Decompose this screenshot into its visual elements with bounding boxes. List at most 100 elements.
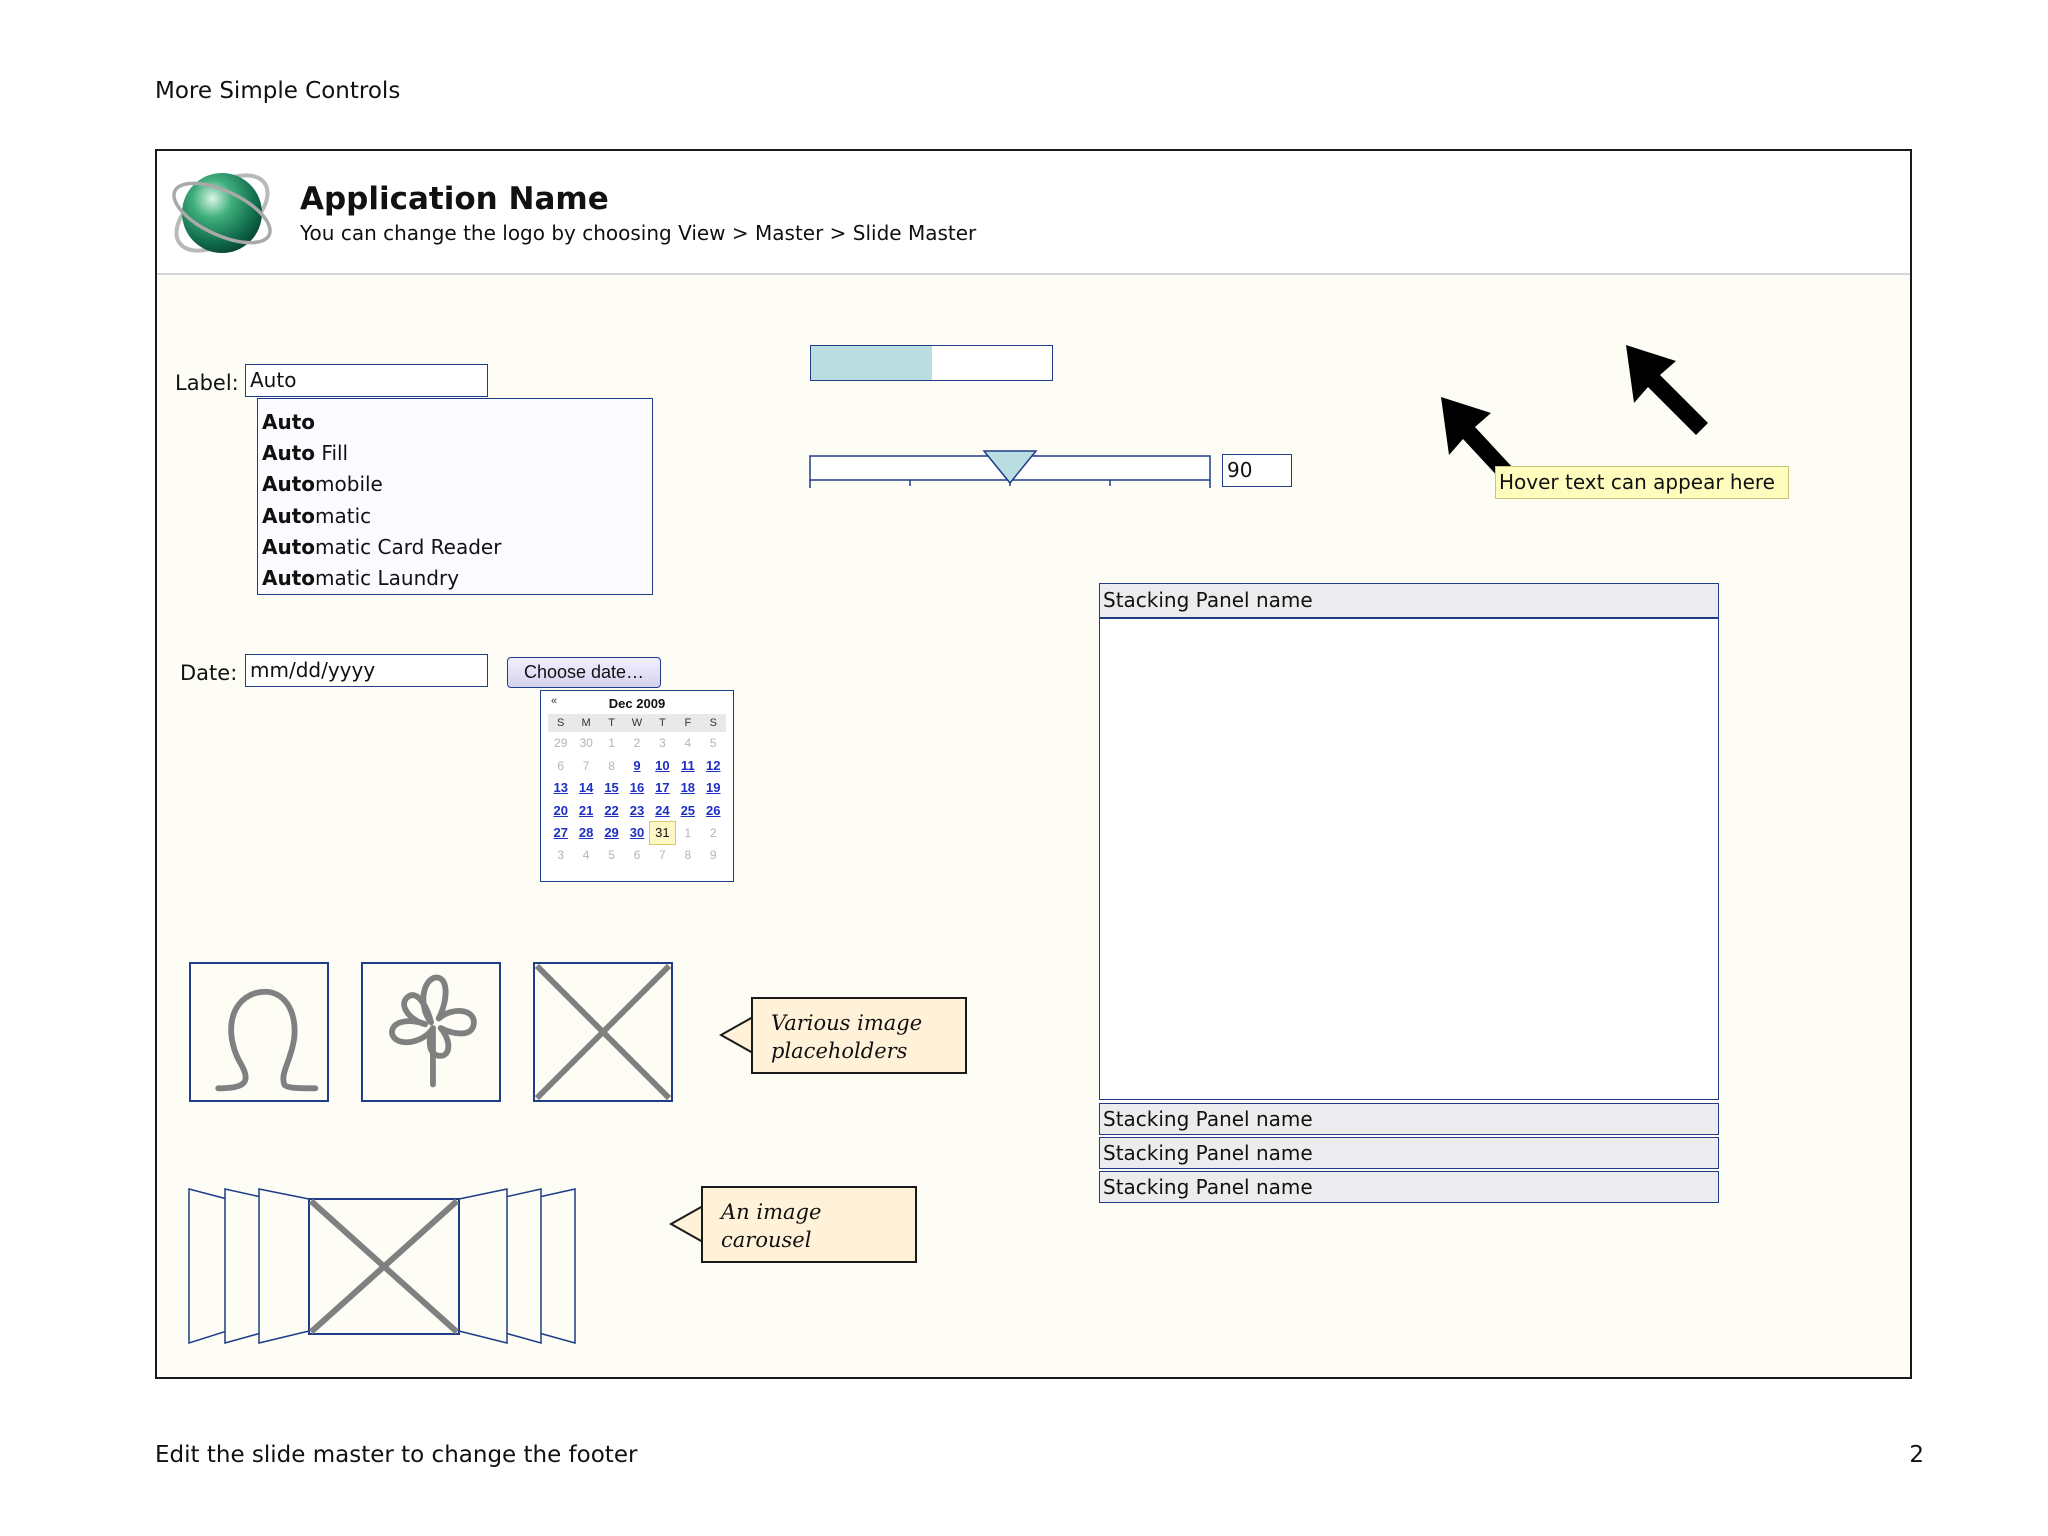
calendar-day-outside: 6: [633, 848, 641, 863]
calendar-day[interactable]: 27: [548, 822, 573, 844]
callout-line: carousel: [721, 1228, 812, 1252]
calendar-day[interactable]: 25: [675, 799, 700, 821]
calendar-day[interactable]: 20: [548, 799, 573, 821]
hover-tooltip: Hover text can appear here: [1495, 466, 1789, 499]
autocomplete-suggestion[interactable]: Auto: [262, 407, 648, 438]
omega-image-placeholder: [189, 962, 329, 1102]
calendar-day[interactable]: 13: [548, 777, 573, 799]
calendar-grid: SMTWTFS 29 30 1 2 3 4 5 6 7 8 9 10 11 12 13 14 15 16 17 18 1…: [548, 714, 726, 866]
weekday-header: S: [700, 714, 726, 732]
calendar-day[interactable]: 30: [624, 822, 649, 844]
calendar-day-outside: 5: [709, 736, 717, 751]
calendar-day[interactable]: 24: [650, 799, 675, 821]
date-label: Date:: [180, 661, 238, 685]
calendar-day[interactable]: 22: [599, 799, 624, 821]
weekday-header: W: [624, 714, 650, 732]
calendar-day[interactable]: 9: [624, 754, 649, 776]
calendar-day[interactable]: 12: [701, 754, 726, 776]
callout-line: Various image: [771, 1011, 923, 1035]
autocomplete-suggestion[interactable]: Automatic: [262, 501, 648, 532]
calendar-day-outside: 3: [557, 848, 565, 863]
suggestion-rest-text: mobile: [315, 472, 383, 497]
page-number: 2: [1909, 1442, 1924, 1468]
calendar-day[interactable]: 17: [650, 777, 675, 799]
stacking-panel-name: Stacking Panel name: [1099, 1171, 1719, 1203]
image-carousel[interactable]: [187, 1181, 582, 1349]
choose-date-button[interactable]: Choose date…: [507, 657, 661, 688]
calendar-day[interactable]: 16: [624, 777, 649, 799]
stacking-panel-header[interactable]: Stacking Panel name: [1099, 1103, 1719, 1135]
autocomplete-suggestion[interactable]: Auto Fill: [262, 438, 648, 469]
autocomplete-suggestion[interactable]: Automobile: [262, 469, 648, 500]
calendar-day[interactable]: 18: [675, 777, 700, 799]
empty-image-placeholder: [533, 962, 673, 1102]
calendar-day-outside: 4: [582, 848, 590, 863]
flower-image-placeholder: [361, 962, 501, 1102]
weekday-header: S: [548, 714, 574, 732]
carousel-callout: An image carousel: [701, 1186, 917, 1263]
calendar-day[interactable]: 10: [650, 754, 675, 776]
calendar-day[interactable]: 19: [701, 777, 726, 799]
app-subtitle: You can change the logo by choosing View…: [300, 221, 977, 245]
stacking-panel-name: Stacking Panel name: [1099, 1137, 1719, 1169]
app-title: Application Name: [300, 181, 609, 217]
callout-line: placeholders: [771, 1039, 908, 1063]
autocomplete-suggestion[interactable]: Automatic Laundry: [262, 563, 648, 594]
calendar-day-outside: 3: [659, 736, 666, 751]
progress-bar-fill: [811, 346, 932, 380]
calendar-day[interactable]: 11: [675, 754, 700, 776]
calendar-day[interactable]: 26: [701, 799, 726, 821]
suggestion-match-text: Auto: [262, 472, 316, 497]
stacking-panel-header[interactable]: Stacking Panel name: [1099, 1171, 1719, 1203]
image-placeholders-callout: Various image placeholders: [751, 997, 967, 1074]
page-heading: More Simple Controls: [155, 78, 401, 104]
suggestion-match-text: Auto: [262, 534, 316, 559]
calendar-day[interactable]: 31: [648, 820, 677, 845]
calendar-popup: « Dec 2009 SMTWTFS 29 30 1 2 3 4 5 6 7 8 9 10 11 12 13…: [540, 690, 734, 882]
callout-line: An image: [721, 1200, 822, 1224]
globe-logo-icon: [167, 157, 277, 269]
stacking-panel-name: Stacking Panel name: [1099, 1103, 1719, 1135]
calendar-day[interactable]: 23: [624, 799, 649, 821]
calendar-month-title: Dec 2009: [608, 696, 666, 711]
calendar-day-outside: 4: [684, 736, 692, 751]
slider-value-field[interactable]: 90: [1222, 454, 1292, 487]
progress-bar: [810, 345, 1053, 381]
calendar-day[interactable]: 21: [573, 799, 598, 821]
stacking-panel-name: Stacking Panel name: [1099, 583, 1719, 618]
stacking-panel-header[interactable]: Stacking Panel name: [1099, 1137, 1719, 1169]
suggestion-match-text: Auto: [262, 503, 316, 528]
pointer-arrow-icon: [1626, 345, 1708, 435]
calendar-day-outside: 5: [608, 848, 615, 863]
slider[interactable]: [807, 446, 1217, 488]
stacking-panel-header[interactable]: Stacking Panel name: [1099, 583, 1719, 618]
suggestion-rest-text: matic Laundry: [315, 565, 460, 590]
calendar-day-outside: 9: [709, 848, 717, 863]
autocomplete-input[interactable]: Auto: [245, 364, 488, 397]
suggestion-rest-text: matic: [315, 503, 372, 528]
page-footer: Edit the slide master to change the foot…: [155, 1442, 638, 1468]
autocomplete-suggestion[interactable]: Automatic Card Reader: [262, 532, 648, 563]
calendar-day-outside: 2: [709, 825, 717, 840]
suggestion-rest-text: Fill: [315, 441, 349, 466]
calendar-day-outside: 8: [608, 758, 615, 773]
image-placeholder-cross-icon: [535, 964, 671, 1100]
suggestion-match-text: Auto: [262, 410, 316, 434]
calendar-day-outside: 7: [582, 758, 590, 773]
calendar-day-outside: 1: [684, 825, 692, 840]
callout-pointer: [669, 1204, 704, 1244]
weekday-header: T: [649, 714, 676, 732]
autocomplete-label: Label:: [175, 371, 239, 395]
calendar-day-outside: 1: [608, 736, 615, 751]
date-input[interactable]: mm/dd/yyyy: [245, 654, 488, 687]
calendar-day[interactable]: 28: [573, 822, 598, 844]
suggestion-rest-text: matic Card Reader: [315, 534, 502, 559]
calendar-day[interactable]: 14: [573, 777, 598, 799]
weekday-header: T: [598, 714, 625, 732]
calendar-day[interactable]: 15: [599, 777, 624, 799]
suggestion-match-text: Auto: [262, 565, 316, 590]
calendar-day[interactable]: 29: [599, 822, 624, 844]
weekday-header: F: [675, 714, 701, 732]
app-header: Application Name You can change the logo…: [157, 151, 1910, 275]
stacking-panel-body: [1099, 618, 1719, 1100]
